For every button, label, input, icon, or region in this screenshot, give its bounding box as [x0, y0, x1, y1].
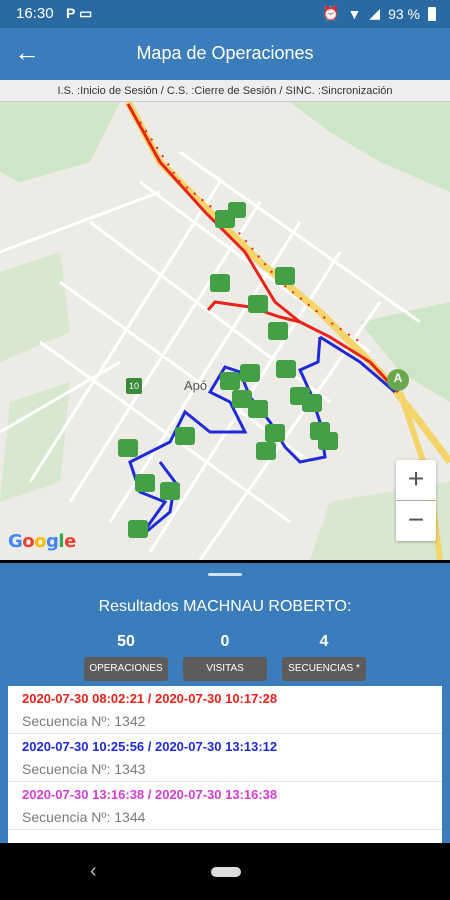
drag-handle[interactable] [208, 573, 242, 576]
secuencias-count: 4 [319, 633, 329, 650]
results-sheet: Resultados MACHNAU ROBERTO: 50 0 4 OPERA… [0, 563, 450, 843]
zoom-in-button[interactable]: + [396, 460, 436, 500]
list-item[interactable]: 2020-07-30 08:02:21 / 2020-07-30 10:17:2… [8, 686, 442, 734]
map-canvas [0, 102, 450, 560]
status-time: 16:30 [16, 5, 54, 22]
park-area [0, 102, 120, 182]
visitas-button[interactable]: VISITAS [183, 657, 267, 681]
status-right-icons: ⏰ ▼ ◢ 93 % [322, 5, 436, 22]
battery-icon [428, 6, 436, 21]
legend-strip: I.S. :Inicio de Sesión / C.S. :Cierre de… [0, 80, 450, 102]
map-view[interactable]: Apó 10 A + − Google [0, 102, 450, 560]
place-label: Apó [184, 378, 208, 393]
signal-icon: ◢ [369, 5, 381, 21]
sequence-dates: 2020-07-30 10:25:56 / 2020-07-30 13:13:1… [22, 739, 278, 754]
nav-home-pill[interactable] [211, 867, 241, 877]
sequence-number: Secuencia Nº: 1342 [22, 713, 146, 729]
secuencias-button[interactable]: SECUENCIAS * [282, 657, 366, 681]
zoom-out-button[interactable]: − [396, 501, 436, 541]
park-area [0, 252, 70, 362]
list-item[interactable]: 2020-07-30 13:16:38 / 2020-07-30 13:16:3… [8, 782, 442, 830]
visitas-count: 0 [220, 633, 230, 650]
nav-back-icon[interactable]: ‹ [90, 860, 97, 883]
sequence-dates: 2020-07-30 08:02:21 / 2020-07-30 10:17:2… [22, 691, 278, 706]
operaciones-button[interactable]: OPERACIONES [84, 657, 168, 681]
sequence-number: Secuencia Nº: 1344 [22, 809, 146, 825]
sequence-list[interactable]: 2020-07-30 08:02:21 / 2020-07-30 10:17:2… [8, 686, 442, 843]
sequence-number: Secuencia Nº: 1343 [22, 761, 146, 777]
system-nav-bar: ‹ [0, 843, 450, 900]
route-shield: 10 [126, 378, 142, 394]
park-area [290, 102, 450, 192]
battery-percent: 93 % [388, 5, 420, 22]
app-bar: ← Mapa de Operaciones [0, 28, 450, 80]
operaciones-count: 50 [117, 633, 135, 650]
sequence-dates: 2020-07-30 13:16:38 / 2020-07-30 13:16:3… [22, 787, 278, 802]
start-marker-label: A [393, 371, 403, 385]
list-item[interactable]: 2020-07-30 10:25:56 / 2020-07-30 13:13:1… [8, 734, 442, 782]
wifi-icon: ▼ [347, 5, 362, 22]
google-logo: Google [8, 531, 76, 552]
page-title: Mapa de Operaciones [136, 43, 314, 63]
notification-icons: P ▭ [66, 5, 93, 21]
status-bar: 16:30 P ▭ ⏰ ▼ ◢ 93 % [0, 0, 450, 28]
park-area [0, 382, 70, 502]
alarm-icon: ⏰ [322, 5, 340, 21]
results-title: Resultados MACHNAU ROBERTO: [98, 598, 352, 615]
